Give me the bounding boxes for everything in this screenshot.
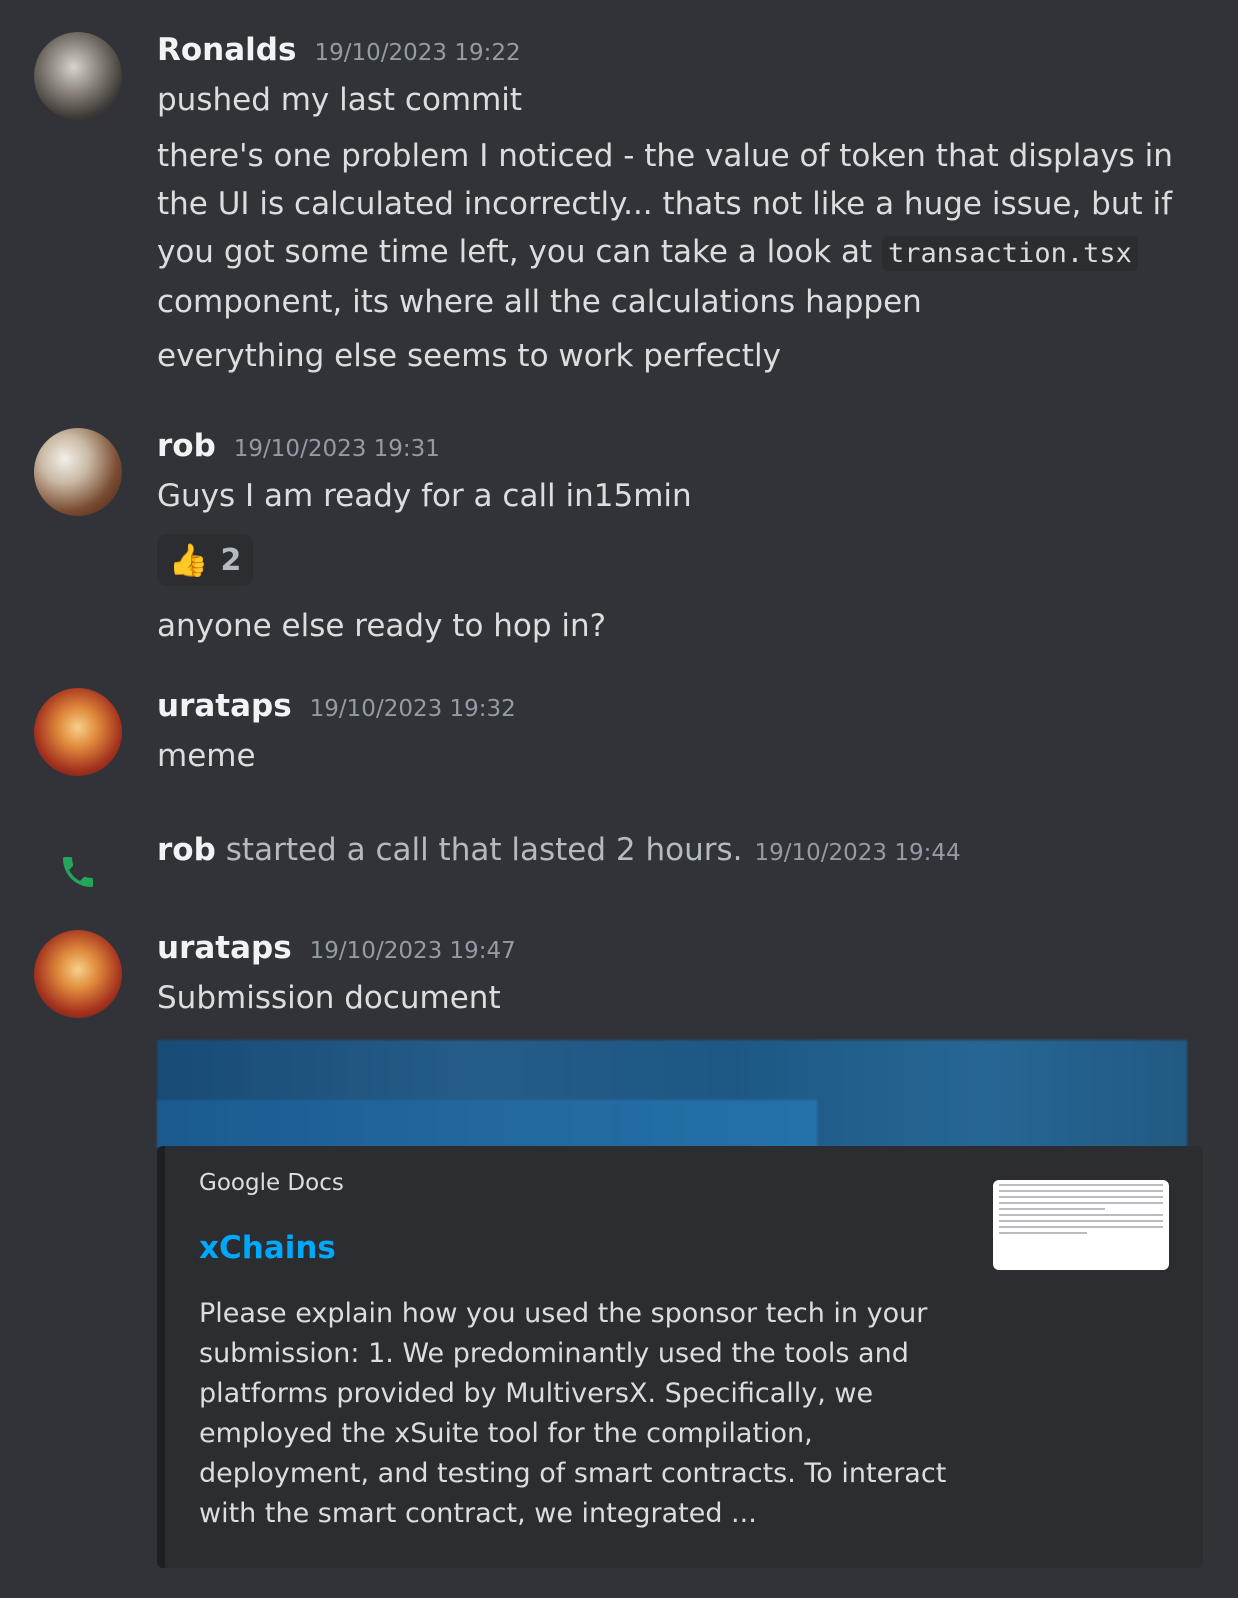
message-text-part: component, its where all the calculation… <box>157 284 922 320</box>
message-text: pushed my last commit <box>157 82 523 118</box>
avatar[interactable] <box>34 930 122 1018</box>
timestamp: 19/10/2023 19:44 <box>754 840 961 866</box>
timestamp: 19/10/2023 19:47 <box>309 938 516 964</box>
redacted-link[interactable] <box>157 1040 1187 1148</box>
author-name[interactable]: rob <box>157 832 216 868</box>
inline-code: transaction.tsx <box>882 236 1138 271</box>
message-text: meme <box>157 738 256 774</box>
message-text: everything else seems to work perfectly <box>157 338 781 374</box>
message-text: Submission document <box>157 980 501 1016</box>
timestamp: 19/10/2023 19:22 <box>314 40 521 66</box>
thumbs-up-icon: 👍 <box>168 541 209 579</box>
embed-provider: Google Docs <box>199 1170 344 1196</box>
avatar[interactable] <box>34 32 122 120</box>
phone-icon <box>63 857 93 887</box>
embed-description: Please explain how you used the sponsor … <box>199 1298 947 1529</box>
reaction-count: 2 <box>220 542 242 578</box>
link-embed: Google Docs xChains Please explain how y… <box>157 1146 1203 1568</box>
message-text: Guys I am ready for a call in15min <box>157 478 692 514</box>
author-name[interactable]: urataps <box>157 930 292 966</box>
document-thumbnail[interactable] <box>993 1180 1169 1270</box>
reaction-button[interactable]: 👍 2 <box>157 534 253 586</box>
embed-title-link[interactable]: xChains <box>199 1230 336 1266</box>
avatar[interactable] <box>34 428 122 516</box>
timestamp: 19/10/2023 19:31 <box>233 436 440 462</box>
message-text: there's one problem I noticed - the valu… <box>157 132 1197 326</box>
message-text: anyone else ready to hop in? <box>157 608 607 644</box>
timestamp: 19/10/2023 19:32 <box>309 696 516 722</box>
author-name[interactable]: urataps <box>157 688 292 724</box>
author-name[interactable]: Ronalds <box>157 32 296 68</box>
author-name[interactable]: rob <box>157 428 216 464</box>
call-text: started a call that lasted 2 hours. <box>225 832 743 868</box>
avatar[interactable] <box>34 688 122 776</box>
